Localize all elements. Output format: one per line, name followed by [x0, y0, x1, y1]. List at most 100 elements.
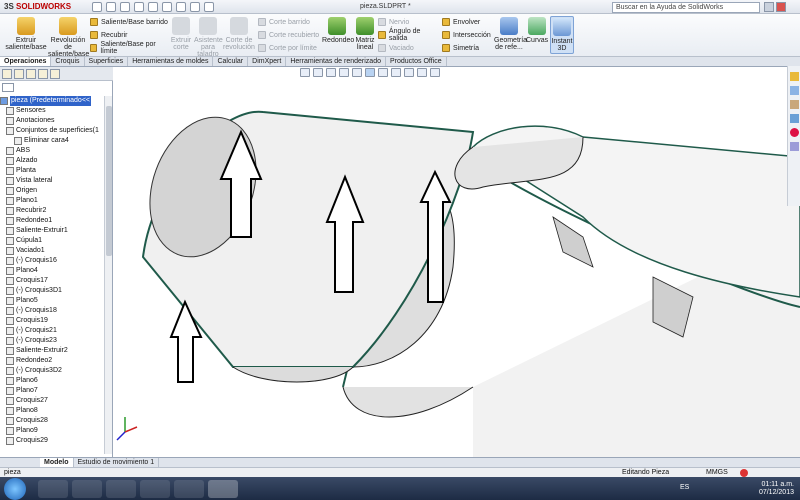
tree-item[interactable]: Plano9	[0, 426, 104, 436]
linear-pattern-button[interactable]: Matriz lineal	[354, 17, 376, 51]
tab-model[interactable]: Modelo	[40, 458, 74, 467]
zoom-to-area-icon[interactable]	[313, 68, 323, 77]
close-icon[interactable]	[776, 2, 786, 12]
property-manager-tab-icon[interactable]	[14, 69, 24, 79]
tree-item[interactable]: ABS	[0, 146, 104, 156]
tree-item[interactable]: Recubrir2	[0, 206, 104, 216]
tree-item[interactable]: Anotaciones	[0, 116, 104, 126]
mirror-button[interactable]: Simetría	[442, 43, 494, 53]
new-icon[interactable]	[92, 2, 102, 12]
design-library-icon[interactable]	[790, 86, 799, 95]
custom-properties-icon[interactable]	[790, 142, 799, 151]
tab-dimxpert[interactable]: DimXpert	[248, 57, 287, 66]
extrude-boss-button[interactable]: Extruir saliente/base	[4, 17, 48, 51]
tree-item[interactable]: Croquis17	[0, 276, 104, 286]
section-view-icon[interactable]	[339, 68, 349, 77]
tab-motion-study[interactable]: Estudio de movimiento 1	[74, 458, 160, 467]
file-properties-icon[interactable]	[190, 2, 200, 12]
apply-scene-icon[interactable]	[417, 68, 427, 77]
loft-boss-button[interactable]: Recubrir	[90, 30, 168, 40]
lofted-cut-button[interactable]: Corte recubierto	[258, 30, 322, 40]
edit-appearance-icon[interactable]	[404, 68, 414, 77]
save-icon[interactable]	[120, 2, 130, 12]
dimxpert-tab-icon[interactable]	[38, 69, 48, 79]
tree-item[interactable]: Plano4	[0, 266, 104, 276]
tree-root-part[interactable]: pieza (Predeterminado<<	[0, 96, 104, 106]
previous-view-icon[interactable]	[326, 68, 336, 77]
tree-item[interactable]: Croquis27	[0, 396, 104, 406]
tree-item[interactable]: (-) Croquis23	[0, 336, 104, 346]
file-explorer-icon[interactable]	[790, 100, 799, 109]
undo-icon[interactable]	[148, 2, 158, 12]
view-orientation-icon[interactable]	[365, 68, 375, 77]
revolve-boss-button[interactable]: Revolución de saliente/base	[48, 17, 89, 58]
hide-show-icon[interactable]	[391, 68, 401, 77]
tree-item[interactable]: Redondeo1	[0, 216, 104, 226]
rebuild-status-icon[interactable]	[740, 469, 748, 477]
tab-sketch[interactable]: Croquis	[51, 57, 85, 66]
open-icon[interactable]	[106, 2, 116, 12]
system-clock[interactable]: 01:11 a.m. 07/12/2013	[759, 481, 794, 497]
tree-item[interactable]: Saliente-Extruir2	[0, 346, 104, 356]
tab-mold-tools[interactable]: Herramientas de moldes	[128, 57, 214, 66]
tree-item[interactable]: Plano1	[0, 196, 104, 206]
print-icon[interactable]	[134, 2, 144, 12]
tree-item[interactable]: Redondeo2	[0, 356, 104, 366]
tab-office-products[interactable]: Productos Office	[386, 57, 447, 66]
file-explorer-taskbar-icon[interactable]	[72, 480, 102, 498]
resources-icon[interactable]	[790, 72, 799, 81]
rebuild-icon[interactable]	[176, 2, 186, 12]
tree-item[interactable]: (-) Croquis21	[0, 326, 104, 336]
filter-icon[interactable]	[2, 83, 14, 92]
status-units[interactable]: MMGS	[706, 469, 728, 476]
tree-item[interactable]: Plano8	[0, 406, 104, 416]
tree-item[interactable]: (-) Croquis3D2	[0, 366, 104, 376]
tree-item[interactable]: Plano5	[0, 296, 104, 306]
media-player-icon[interactable]	[106, 480, 136, 498]
display-style-icon[interactable]	[378, 68, 388, 77]
tree-item[interactable]: Plano7	[0, 386, 104, 396]
internet-explorer-icon[interactable]	[38, 480, 68, 498]
boundary-cut-button[interactable]: Corte por límite	[258, 43, 322, 53]
tree-item[interactable]: Eliminar cara4	[0, 136, 104, 146]
instant3d-button[interactable]: Instant 3D	[550, 16, 574, 54]
hole-wizard-button[interactable]: Asistente para taladro	[194, 17, 223, 58]
appearances-icon[interactable]	[790, 128, 799, 137]
tree-item[interactable]: Cúpula1	[0, 236, 104, 246]
wrap-button[interactable]: Envolver	[442, 17, 494, 27]
tree-item[interactable]: Vista lateral	[0, 176, 104, 186]
swept-boss-button[interactable]: Saliente/Base barrido	[90, 17, 168, 27]
swept-cut-button[interactable]: Corte barrido	[258, 17, 322, 27]
solidworks-taskbar-icon[interactable]	[208, 480, 238, 498]
extrude-cut-button[interactable]: Extruir corte	[170, 17, 192, 51]
minimize-icon[interactable]	[764, 2, 774, 12]
display-manager-tab-icon[interactable]	[50, 69, 60, 79]
help-search-input[interactable]: Buscar en la Ayuda de SolidWorks	[612, 2, 760, 13]
document-viewer-icon[interactable]	[140, 480, 170, 498]
options-icon[interactable]	[204, 2, 214, 12]
tree-item[interactable]: Origen	[0, 186, 104, 196]
tree-item[interactable]: Conjuntos de superficies(1	[0, 126, 104, 136]
zoom-to-fit-icon[interactable]	[300, 68, 310, 77]
start-button-icon[interactable]	[4, 478, 26, 500]
tab-features[interactable]: Operaciones	[0, 57, 52, 66]
tree-item[interactable]: Planta	[0, 166, 104, 176]
solidworks-logo[interactable]: 3S SOLIDWORKS	[4, 2, 71, 11]
select-icon[interactable]	[162, 2, 172, 12]
tab-render-tools[interactable]: Herramientas de renderizado	[286, 57, 386, 66]
fillet-button[interactable]: Redondeo	[322, 17, 354, 44]
rib-button[interactable]: Nervio	[378, 17, 440, 27]
tree-item[interactable]: (-) Croquis18	[0, 306, 104, 316]
scrollbar-thumb[interactable]	[106, 106, 112, 256]
dynamic-annotation-icon[interactable]	[352, 68, 362, 77]
tree-item[interactable]: Plano6	[0, 376, 104, 386]
tab-surfaces[interactable]: Superficies	[85, 57, 129, 66]
tree-scrollbar[interactable]	[104, 96, 112, 454]
shell-button[interactable]: Vaciado	[378, 43, 440, 53]
tree-item[interactable]: Croquis29	[0, 436, 104, 446]
revolve-cut-button[interactable]: Corte de revolución	[222, 17, 256, 51]
tree-item[interactable]: Saliente-Extruir1	[0, 226, 104, 236]
reference-geometry-button[interactable]: Geometría de refe...	[494, 17, 527, 51]
view-settings-icon[interactable]	[430, 68, 440, 77]
tree-item[interactable]: (-) Croquis16	[0, 256, 104, 266]
